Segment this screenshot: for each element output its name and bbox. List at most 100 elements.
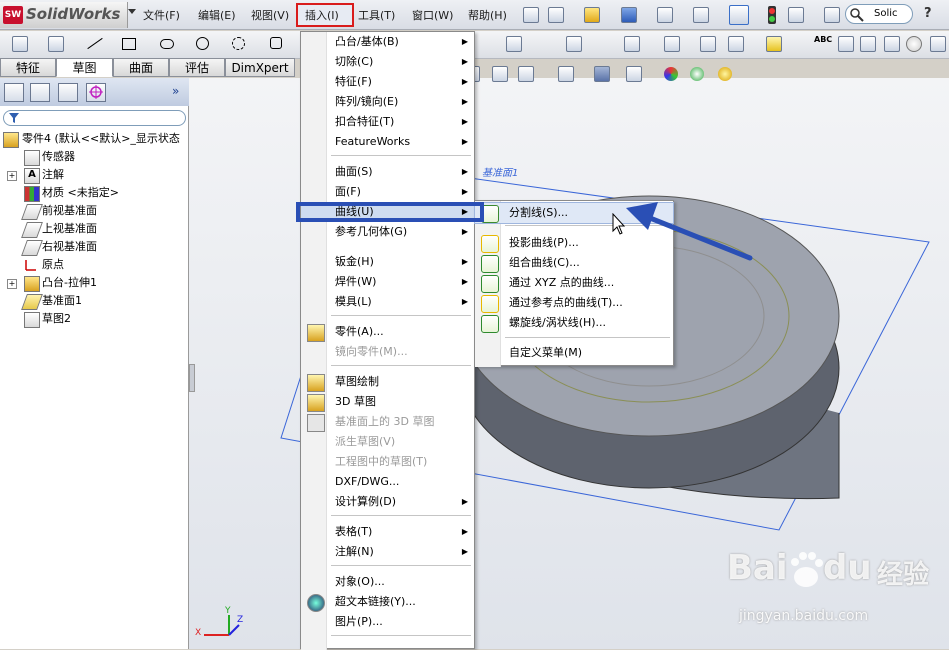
insert-menu-item[interactable]: 3D 草图 <box>301 392 474 412</box>
configuration-manager-tab-icon[interactable] <box>58 83 78 102</box>
pin-icon[interactable] <box>523 7 539 23</box>
line-icon[interactable] <box>87 37 103 50</box>
tree-item-annotations[interactable]: + A 注解 <box>0 166 189 184</box>
curve-submenu-item[interactable]: 通过参考点的曲线(T)... <box>475 293 673 313</box>
expand-panel-chevron-icon[interactable]: » <box>172 84 179 98</box>
tree-item-boss-extrude[interactable]: + 凸台-拉伸1 <box>0 274 189 292</box>
tab-features[interactable]: 特征 <box>0 58 56 77</box>
search-input[interactable]: Solic <box>874 8 898 19</box>
section-view-icon[interactable] <box>558 66 574 82</box>
insert-menu-item[interactable]: DXF/DWG... <box>301 472 474 492</box>
performance-gauge-icon[interactable] <box>906 36 922 52</box>
solidworks-logo[interactable]: SW SolidWorks <box>0 2 128 28</box>
expand-plus-icon[interactable]: + <box>7 171 17 181</box>
view-orientation-icon[interactable] <box>594 66 610 82</box>
tree-item-right-plane[interactable]: 右视基准面 <box>0 238 189 256</box>
tree-item-sketch2[interactable]: 草图2 <box>0 310 189 328</box>
dimxpert-manager-tab-icon[interactable] <box>86 83 106 102</box>
section-properties-icon[interactable] <box>884 36 900 52</box>
tab-sketch[interactable]: 草图 <box>56 58 113 77</box>
insert-menu-item[interactable]: 零件(A)... <box>301 322 474 342</box>
circle-icon[interactable] <box>196 37 209 50</box>
polygon-icon[interactable] <box>270 37 282 49</box>
curve-submenu-item[interactable]: 通过 XYZ 点的曲线... <box>475 273 673 293</box>
insert-menu-item[interactable]: 阵列/镜向(E) ▶ <box>301 92 474 112</box>
tree-item-front-plane[interactable]: 前视基准面 <box>0 202 189 220</box>
previous-view-icon[interactable] <box>518 66 534 82</box>
offset-icon[interactable] <box>506 36 522 52</box>
insert-menu-item[interactable]: 钣金(H) ▶ <box>301 252 474 272</box>
menu-help[interactable]: 帮助(H) <box>468 7 507 23</box>
help-question-icon[interactable]: ? <box>924 6 932 21</box>
insert-menu-item[interactable]: 扣合特征(T) ▶ <box>301 112 474 132</box>
move-icon[interactable] <box>664 36 680 52</box>
menu-file[interactable]: 文件(F) <box>143 7 180 23</box>
smart-dimension-icon[interactable] <box>12 36 28 52</box>
menu-tools[interactable]: 工具(T) <box>358 7 395 23</box>
tab-dimxpert[interactable]: DimXpert <box>225 58 295 77</box>
tree-item-plane1[interactable]: 基准面1 <box>0 292 189 310</box>
print-icon[interactable] <box>657 7 673 23</box>
feature-tree-tab-icon[interactable] <box>4 83 24 102</box>
insert-menu-item[interactable]: 草图绘制 <box>301 372 474 392</box>
file-properties-icon[interactable] <box>788 7 804 23</box>
slot-icon[interactable] <box>160 39 174 49</box>
tree-root-part[interactable]: 零件4 (默认<<默认>_显示状态 <box>0 130 189 148</box>
undo-icon[interactable] <box>693 7 709 23</box>
insert-menu-item[interactable]: 表格(T) ▶ <box>301 522 474 542</box>
insert-menu-item[interactable]: 图片(P)... <box>301 612 474 632</box>
measure-icon[interactable] <box>838 36 854 52</box>
display-style-icon[interactable] <box>626 66 642 82</box>
insert-menu-item[interactable]: 对象(O)... <box>301 572 474 592</box>
insert-menu-item[interactable]: 焊件(W) ▶ <box>301 272 474 292</box>
insert-menu-item[interactable]: 面(F) ▶ <box>301 182 474 202</box>
scene-icon[interactable] <box>690 67 704 81</box>
insert-menu-item[interactable]: 特征(F) ▶ <box>301 72 474 92</box>
eraser-icon[interactable] <box>48 36 64 52</box>
tree-item-material[interactable]: 材质 <未指定> <box>0 184 189 202</box>
rebuild-traffic-light-icon[interactable] <box>768 6 776 24</box>
repair-sketch-icon[interactable] <box>766 36 782 52</box>
display-relations-icon[interactable] <box>728 36 744 52</box>
curve-submenu-item[interactable]: 自定义菜单(M) <box>475 343 673 363</box>
insert-menu-item[interactable]: 注解(N) ▶ <box>301 542 474 562</box>
arc-icon[interactable] <box>232 37 245 50</box>
search-box[interactable]: Solic <box>845 4 913 24</box>
new-document-icon[interactable] <box>548 7 564 23</box>
open-folder-icon[interactable] <box>584 7 600 23</box>
rectangle-icon[interactable] <box>122 38 136 50</box>
save-icon[interactable] <box>621 7 637 23</box>
tab-surfaces[interactable]: 曲面 <box>113 58 169 77</box>
statistics-icon[interactable] <box>930 36 946 52</box>
menu-window[interactable]: 窗口(W) <box>412 7 453 23</box>
curve-submenu-item[interactable]: 螺旋线/涡状线(H)... <box>475 313 673 333</box>
tree-filter-input[interactable] <box>3 110 186 126</box>
tab-evaluate[interactable]: 评估 <box>169 58 225 77</box>
zoom-area-icon[interactable] <box>492 66 508 82</box>
menu-caret[interactable] <box>128 9 136 14</box>
pattern-icon[interactable] <box>624 36 640 52</box>
insert-menu-item[interactable]: 超文本链接(Y)... <box>301 592 474 612</box>
appearance-icon[interactable] <box>664 67 678 81</box>
tree-item-top-plane[interactable]: 上视基准面 <box>0 220 189 238</box>
tree-item-origin[interactable]: 原点 <box>0 256 189 274</box>
insert-menu-item[interactable]: 参考几何体(G) ▶ <box>301 222 474 242</box>
insert-menu-item[interactable]: 曲面(S) ▶ <box>301 162 474 182</box>
spell-check-icon[interactable]: ABC <box>814 35 832 44</box>
insert-menu-item[interactable]: 模具(L) ▶ <box>301 292 474 312</box>
view-settings-icon[interactable] <box>718 67 732 81</box>
menu-insert[interactable]: 插入(I) <box>305 7 339 23</box>
insert-menu-item[interactable]: 切除(C) ▶ <box>301 52 474 72</box>
tree-item-sensors[interactable]: 传感器 <box>0 148 189 166</box>
select-pointer-icon[interactable] <box>729 5 749 25</box>
insert-menu-item[interactable]: 凸台/基体(B) ▶ <box>301 32 474 52</box>
menu-view[interactable]: 视图(V) <box>251 7 289 23</box>
mirror-icon[interactable] <box>566 36 582 52</box>
insert-menu-item[interactable]: FeatureWorks ▶ <box>301 132 474 152</box>
menu-edit[interactable]: 编辑(E) <box>198 7 236 23</box>
expand-plus-icon[interactable]: + <box>7 279 17 289</box>
insert-menu-item[interactable]: 设计算例(D) ▶ <box>301 492 474 512</box>
property-manager-tab-icon[interactable] <box>30 83 50 102</box>
mass-properties-icon[interactable] <box>860 36 876 52</box>
options-icon[interactable] <box>824 7 840 23</box>
